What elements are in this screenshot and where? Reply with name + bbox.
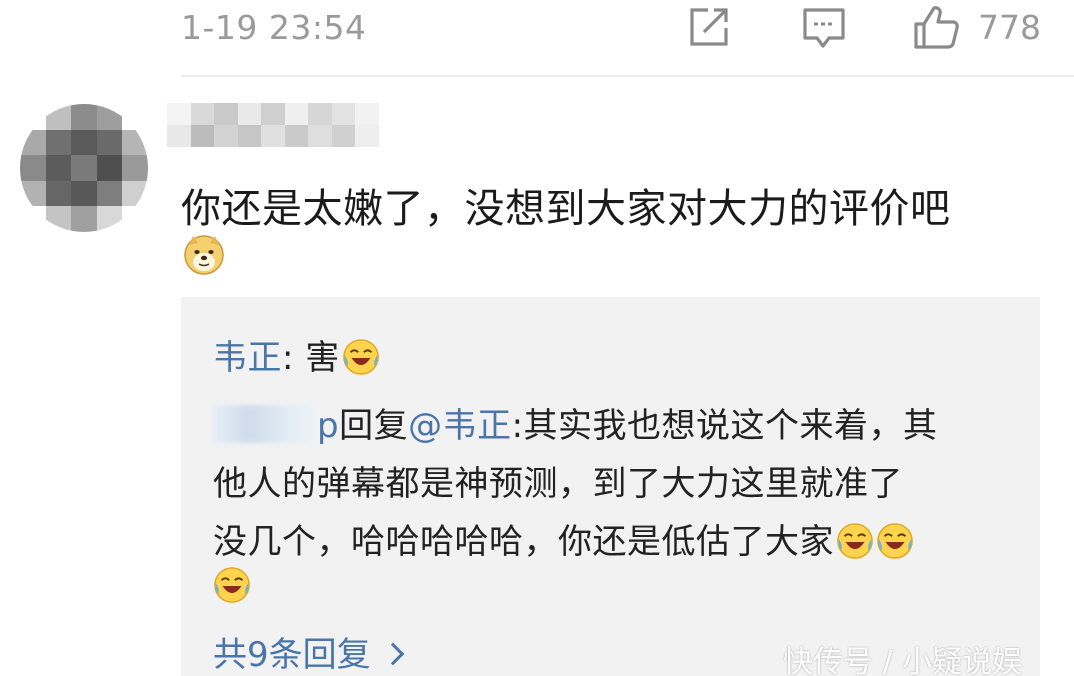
reply-text-line: :其实我也想说这个来着，其 (511, 406, 938, 446)
laugh-cry-emoji (213, 566, 251, 604)
comment-text: 你还是太嫩了，没想到大家对大力的评价吧 (181, 186, 951, 232)
watermark: 快传号 / 小疑说娱 (783, 645, 1023, 676)
comment-timestamp: 1-19 23:54 (181, 8, 367, 47)
more-replies-label: 共9条回复 (213, 635, 371, 675)
reply-item: 韦正: 害 (213, 330, 380, 379)
avatar[interactable] (20, 104, 148, 232)
reply-mention[interactable]: @韦正 (408, 406, 512, 446)
reply-author-suffix[interactable]: p (317, 406, 339, 446)
reply-text: 害 (293, 338, 340, 378)
like-count: 778 (978, 8, 1041, 47)
reply-separator: : (282, 338, 294, 378)
reply-item-line: 没几个，哈哈哈哈哈，你还是低估了大家 (213, 514, 914, 563)
like-icon[interactable] (912, 4, 960, 50)
username-blurred[interactable] (167, 103, 379, 147)
doge-emoji (184, 235, 224, 275)
chevron-right-icon (381, 642, 404, 666)
reply-item: p回复@韦正:其实我也想说这个来着，其 (213, 398, 938, 447)
share-icon[interactable] (686, 4, 734, 50)
divider (181, 75, 1074, 77)
laugh-cry-emoji (342, 338, 380, 376)
reply-item-line (213, 566, 251, 606)
laugh-cry-emoji (836, 522, 874, 560)
reply-text-line: 没几个，哈哈哈哈哈，你还是低估了大家 (213, 522, 834, 562)
more-replies-link[interactable]: 共9条回复 (213, 627, 404, 676)
reply-text-line: 他人的弹幕都是神预测，到了大力这里就准了 (213, 464, 903, 504)
comment-icon[interactable] (800, 4, 848, 50)
reply-author[interactable]: 韦正 (213, 338, 282, 378)
laugh-cry-emoji (876, 522, 914, 560)
reply-author-blurred[interactable] (213, 405, 317, 443)
reply-word: 回复 (339, 406, 409, 446)
